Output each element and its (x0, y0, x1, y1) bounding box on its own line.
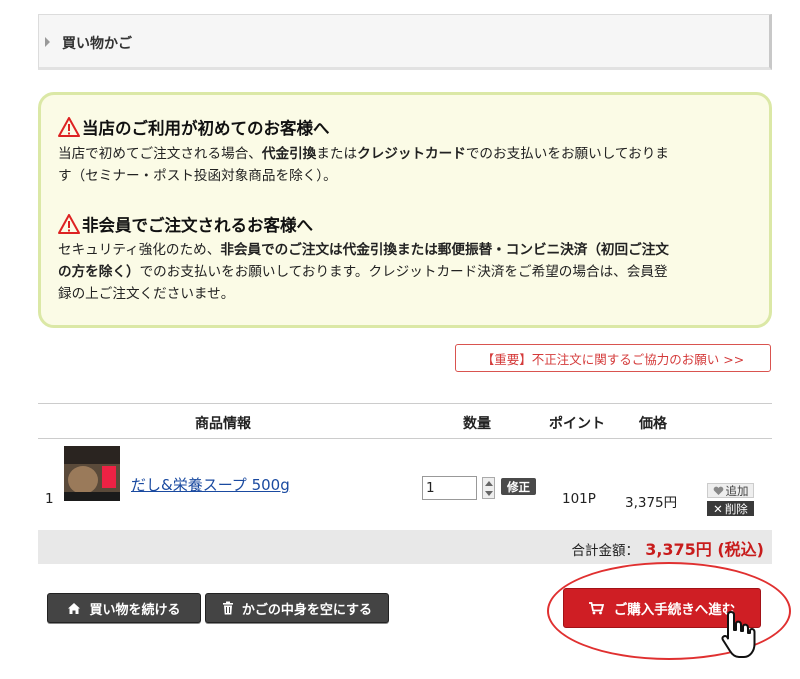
heart-icon (713, 486, 723, 495)
continue-shopping-button[interactable]: 買い物を続ける (47, 593, 201, 623)
quantity-input[interactable]: 1 (422, 476, 477, 500)
arrow-icon (45, 37, 50, 47)
product-name-link[interactable]: だし&栄養スープ 500g (131, 474, 290, 495)
header-product: 商品情報 (195, 416, 251, 432)
header-price: 価格 (639, 416, 667, 432)
chevron-up-icon[interactable] (485, 481, 493, 486)
empty-cart-button[interactable]: かごの中身を空にする (205, 593, 389, 623)
cart-icon (588, 601, 604, 614)
notice-first-title: 当店のご利用が初めてのお客様へ (58, 115, 330, 139)
notice-first-text: 当店で初めてご注文される場合、代金引換またはクレジットカードでのお支払いをお願い… (58, 146, 669, 184)
cart-table: 商品情報 数量 ポイント 価格 1 だし&栄養スープ 500g 1 修正 101… (38, 403, 772, 530)
warning-icon (58, 214, 80, 234)
header-points: ポイント (549, 416, 605, 432)
notice-guest-text: セキュリティ強化のため、非会員でのご注文は代金引換または郵便振替・コンビニ決済（… (58, 242, 669, 302)
close-icon: ✕ (713, 501, 723, 516)
chevron-down-icon[interactable] (485, 491, 493, 496)
warning-icon (58, 117, 80, 137)
page-title: 買い物かご (62, 36, 132, 52)
delete-item-button[interactable]: ✕ 削除 (707, 501, 754, 516)
update-quantity-button[interactable]: 修正 (501, 478, 536, 495)
add-favorite-button[interactable]: 追加 (707, 483, 754, 498)
section-header: 買い物かご (38, 14, 772, 70)
quantity-stepper[interactable] (482, 477, 495, 499)
product-thumbnail[interactable] (64, 446, 120, 501)
notice-guest-title: 非会員でご注文されるお客様へ (58, 212, 313, 236)
points-value: 101P (562, 491, 596, 507)
row-number: 1 (45, 491, 54, 507)
table-header: 商品情報 数量 ポイント 価格 (38, 403, 772, 439)
price-value: 3,375円 (625, 495, 678, 511)
notice-box: 当店のご利用が初めてのお客様へ 当店で初めてご注文される場合、代金引換またはクレ… (38, 92, 772, 328)
important-notice-link[interactable]: 【重要】不正注文に関するご協力のお願い >> (455, 344, 771, 372)
mouse-cursor-icon (721, 611, 756, 658)
total-amount: 3,375円 (税込) (645, 540, 764, 559)
total-bar: 合計金額： 3,375円 (税込) (38, 530, 772, 564)
table-row: 1 だし&栄養スープ 500g 1 修正 101P 3,375円 追加 ✕ 削除 (38, 439, 772, 530)
trash-icon (222, 601, 233, 615)
home-icon (68, 602, 81, 614)
total-label: 合計金額： (571, 543, 640, 559)
header-qty: 数量 (463, 416, 491, 432)
